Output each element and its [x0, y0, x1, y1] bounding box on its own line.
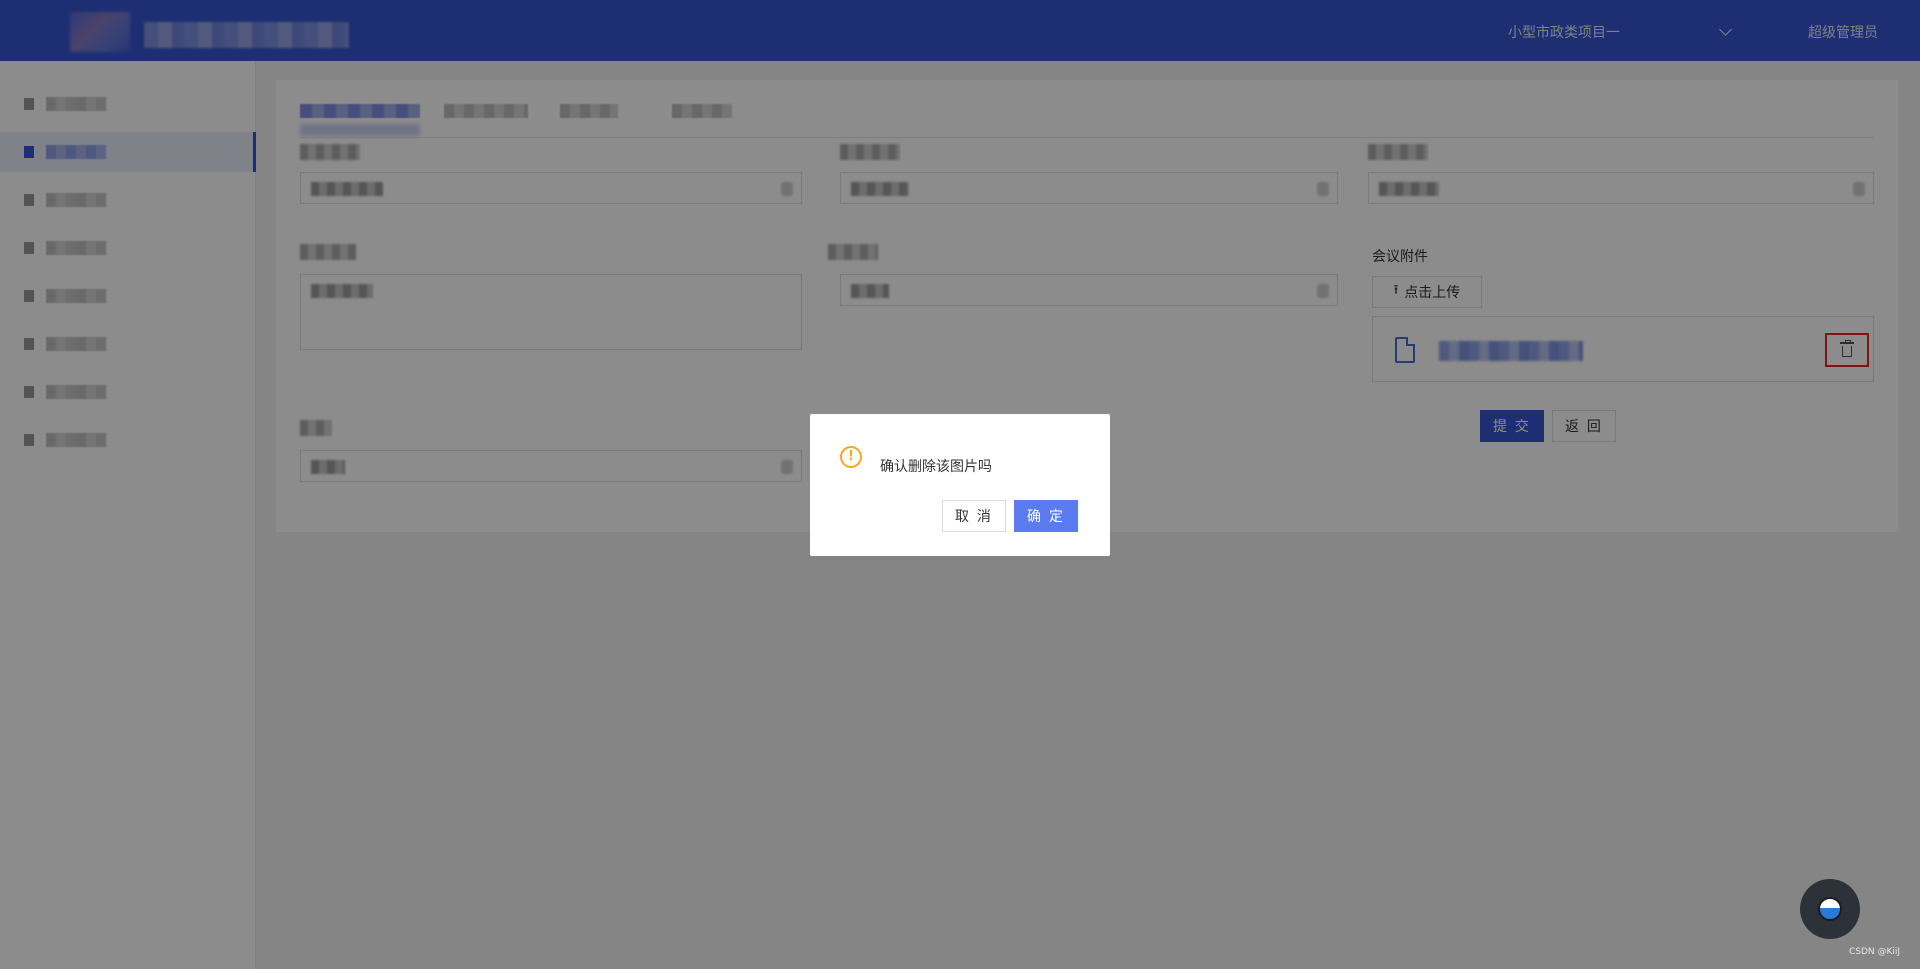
watermark: CSDN @KiiJ — [1849, 947, 1901, 957]
floating-assistant-button[interactable] — [1800, 879, 1860, 939]
dialog-message: 确认删除该图片吗 — [880, 459, 992, 475]
assistant-icon — [1818, 897, 1842, 921]
cancel-button[interactable]: 取 消 — [942, 500, 1006, 532]
confirm-dialog: ! 确认删除该图片吗 取 消 确 定 — [810, 414, 1110, 556]
warning-icon: ! — [840, 446, 862, 468]
confirm-button[interactable]: 确 定 — [1014, 500, 1078, 532]
